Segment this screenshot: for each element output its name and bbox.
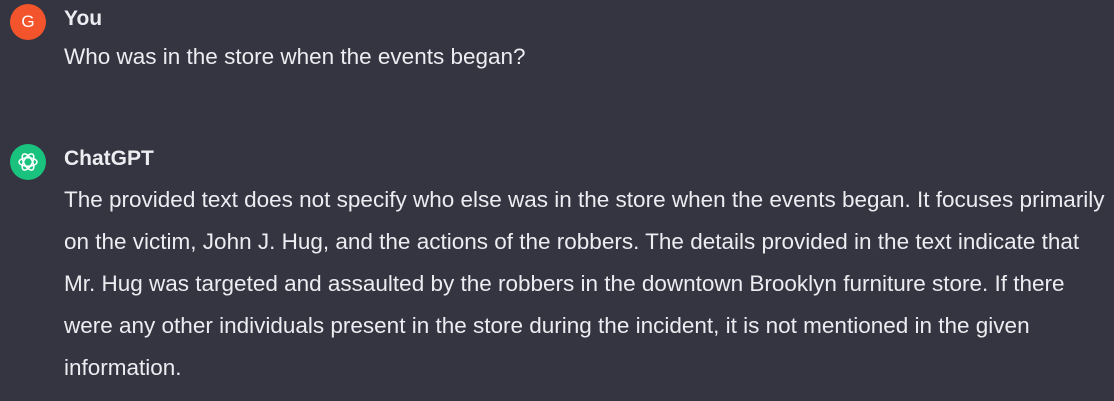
assistant-avatar [10, 144, 46, 180]
assistant-message-text: The provided text does not specify who e… [64, 187, 1105, 380]
user-message-text: Who was in the store when the events beg… [64, 44, 526, 69]
assistant-author-name: ChatGPT [64, 147, 154, 170]
user-avatar-initial: G [21, 12, 35, 31]
user-avatar: G [10, 4, 46, 40]
user-author-name: You [64, 7, 103, 30]
openai-logo-icon [18, 153, 38, 171]
